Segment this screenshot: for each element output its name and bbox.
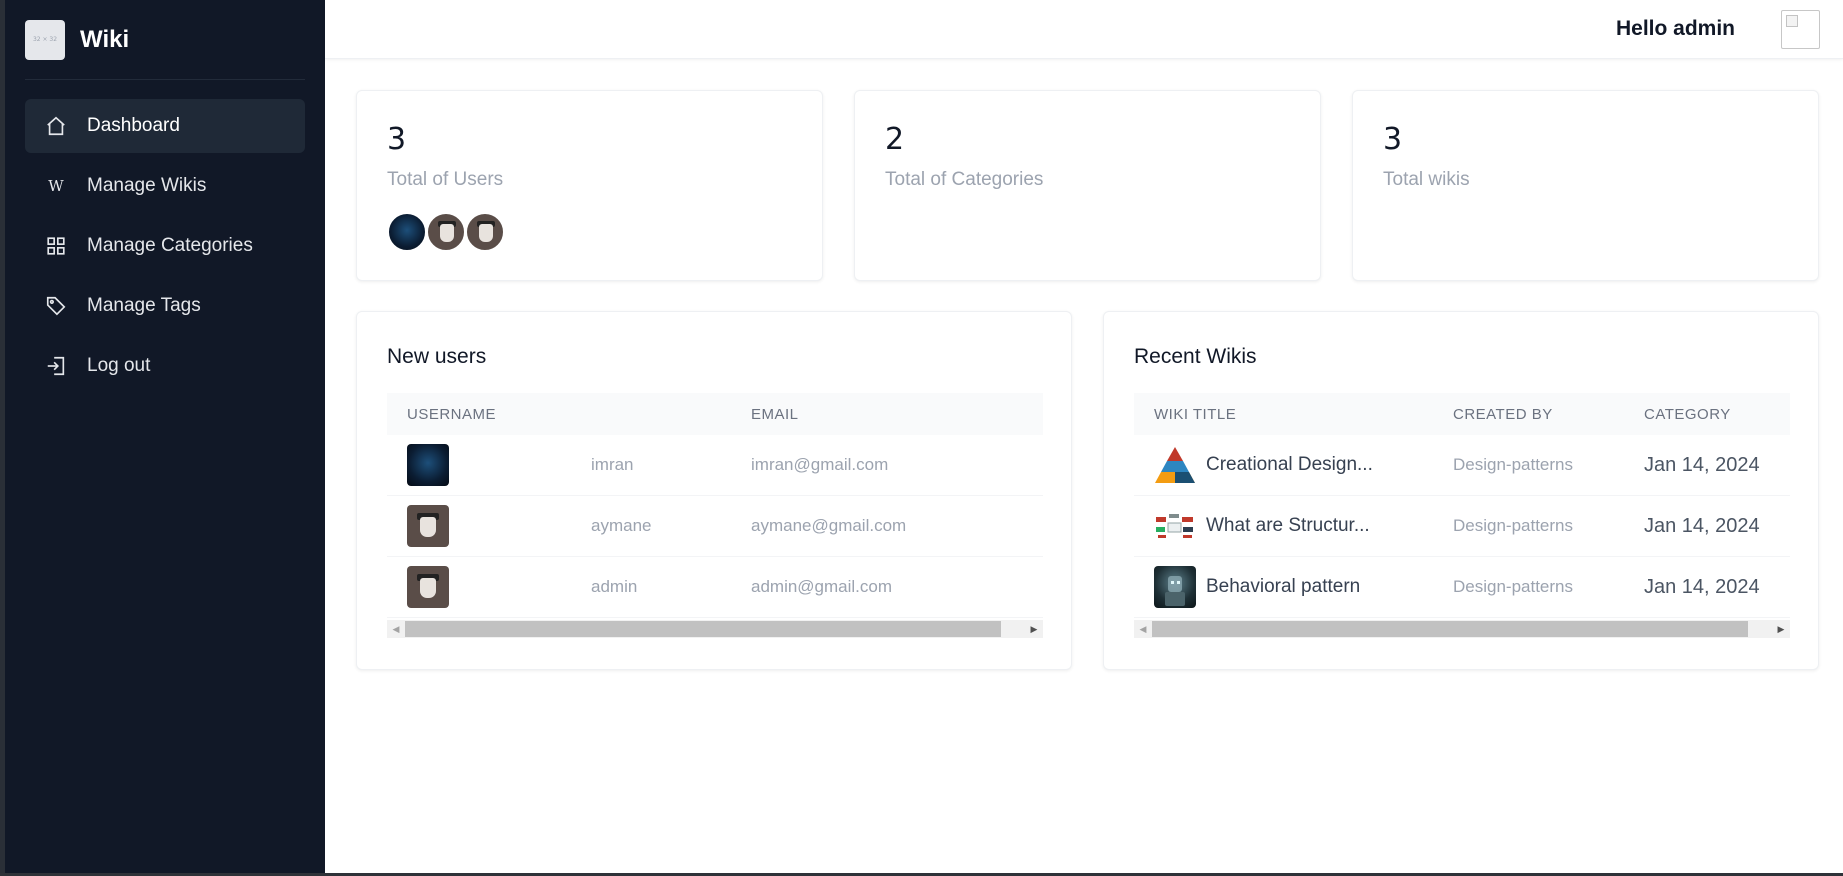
recent-wikis-panel: Recent Wikis WIKI TITLE CREATED BY CATEG… — [1103, 311, 1819, 670]
brand-name[interactable]: Wiki — [80, 26, 129, 54]
sidebar-item-label: Dashboard — [87, 115, 180, 136]
category-cell: Jan 14, 2024 — [1644, 575, 1760, 598]
email-cell: aymane@gmail.com — [751, 516, 907, 535]
panels-row: New users USERNAME EMAIL imran imran@gma… — [356, 311, 1819, 670]
scroll-left-arrow-icon[interactable]: ◀ — [387, 620, 405, 638]
stat-label: Total wikis — [1383, 169, 1470, 190]
sidebar-item-manage-wikis[interactable]: W Manage Wikis — [25, 159, 305, 213]
horizontal-scrollbar[interactable]: ◀ ▶ — [387, 620, 1043, 638]
category-cell: Jan 14, 2024 — [1644, 453, 1760, 476]
avatar — [407, 566, 449, 608]
profile-avatar[interactable] — [1781, 9, 1820, 49]
wiki-title-cell[interactable]: What are Structur... — [1206, 515, 1370, 537]
scrollbar-thumb[interactable] — [405, 621, 1001, 637]
column-header-wiki-title: WIKI TITLE — [1154, 405, 1237, 423]
table-row[interactable]: admin admin@gmail.com — [387, 557, 1043, 618]
avatar[interactable] — [426, 212, 466, 252]
column-header-email: EMAIL — [751, 405, 799, 423]
tag-icon — [45, 295, 67, 317]
created-by-cell: Design-patterns — [1453, 577, 1574, 596]
pyramid-thumbnail — [1154, 444, 1196, 486]
stat-value: 2 — [885, 122, 905, 157]
logo-placeholder[interactable]: 32 × 32 — [25, 19, 65, 60]
stats-row: 3 Total of Users 2 Total of Categories 3… — [356, 90, 1819, 281]
stat-card-users: 3 Total of Users — [356, 90, 823, 281]
stat-card-categories: 2 Total of Categories — [854, 90, 1321, 281]
sidebar-item-label: Log out — [87, 355, 151, 376]
sidebar: 32 × 32 Wiki Dashboard W Manage Wikis Ma… — [5, 0, 325, 873]
grid-icon — [45, 235, 67, 257]
email-cell: imran@gmail.com — [751, 455, 889, 474]
created-by-cell: Design-patterns — [1453, 516, 1574, 535]
username-cell: imran — [591, 455, 634, 474]
avatar — [407, 444, 449, 486]
horizontal-scrollbar[interactable]: ◀ ▶ — [1134, 620, 1790, 638]
sidebar-item-manage-categories[interactable]: Manage Categories — [25, 219, 305, 273]
sidebar-item-label: Manage Wikis — [87, 175, 207, 196]
table-row[interactable]: aymane aymane@gmail.com — [387, 496, 1043, 557]
avatar[interactable] — [387, 212, 427, 252]
greeting-text: Hello admin — [1615, 17, 1735, 40]
sidebar-item-log-out[interactable]: Log out — [25, 339, 305, 393]
sidebar-item-label: Manage Tags — [87, 295, 201, 316]
stat-value: 3 — [1383, 122, 1403, 157]
username-cell: admin — [591, 577, 638, 596]
email-cell: admin@gmail.com — [751, 577, 893, 596]
wikis-table: WIKI TITLE CREATED BY CATEGORY Creationa… — [1134, 393, 1790, 638]
users-table: USERNAME EMAIL imran imran@gmail.com aym… — [387, 393, 1043, 638]
table-row[interactable]: Creational Design... Design-patterns Jan… — [1134, 435, 1790, 496]
stat-value: 3 — [387, 122, 407, 157]
new-users-panel: New users USERNAME EMAIL imran imran@gma… — [356, 311, 1072, 670]
diagram-thumbnail — [1154, 505, 1196, 547]
topbar: Hello admin — [325, 0, 1843, 59]
column-header-username: USERNAME — [407, 405, 497, 423]
panel-title: New users — [387, 345, 487, 368]
avatar — [407, 505, 449, 547]
stat-label: Total of Categories — [885, 169, 1044, 190]
username-cell: aymane — [591, 516, 652, 535]
column-header-category: CATEGORY — [1644, 405, 1731, 423]
table-row[interactable]: Behavioral pattern Design-patterns Jan 1… — [1134, 557, 1790, 618]
robot-thumbnail — [1154, 566, 1196, 608]
stat-label: Total of Users — [387, 169, 504, 190]
app-window: 32 × 32 Wiki Dashboard W Manage Wikis Ma… — [0, 0, 1843, 873]
scroll-left-arrow-icon[interactable]: ◀ — [1134, 620, 1152, 638]
brand: 32 × 32 Wiki — [25, 0, 305, 80]
broken-image-icon — [1786, 14, 1798, 27]
created-by-cell: Design-patterns — [1453, 455, 1574, 474]
wiki-title-cell[interactable]: Creational Design... — [1206, 454, 1373, 476]
user-avatar-stack — [387, 212, 792, 252]
column-header-created-by: CREATED BY — [1453, 405, 1553, 423]
category-cell: Jan 14, 2024 — [1644, 514, 1760, 537]
sidebar-item-dashboard[interactable]: Dashboard — [25, 99, 305, 153]
scroll-right-arrow-icon[interactable]: ▶ — [1772, 620, 1790, 638]
table-header: WIKI TITLE CREATED BY CATEGORY — [1134, 393, 1790, 435]
sidebar-item-label: Manage Categories — [87, 235, 253, 256]
panel-title: Recent Wikis — [1134, 345, 1257, 368]
stat-card-wikis: 3 Total wikis — [1352, 90, 1819, 281]
table-header: USERNAME EMAIL — [387, 393, 1043, 435]
wiki-title-cell[interactable]: Behavioral pattern — [1206, 576, 1360, 598]
scrollbar-thumb[interactable] — [1152, 621, 1748, 637]
sidebar-item-manage-tags[interactable]: Manage Tags — [25, 279, 305, 333]
main-content: Hello admin 3 Total of Users 2 Total of … — [325, 0, 1843, 873]
avatar[interactable] — [465, 212, 505, 252]
scroll-right-arrow-icon[interactable]: ▶ — [1025, 620, 1043, 638]
wiki-w-icon: W — [48, 177, 64, 195]
logout-icon — [45, 355, 67, 377]
home-icon — [45, 115, 67, 137]
table-row[interactable]: imran imran@gmail.com — [387, 435, 1043, 496]
table-row[interactable]: What are Structur... Design-patterns Jan… — [1134, 496, 1790, 557]
